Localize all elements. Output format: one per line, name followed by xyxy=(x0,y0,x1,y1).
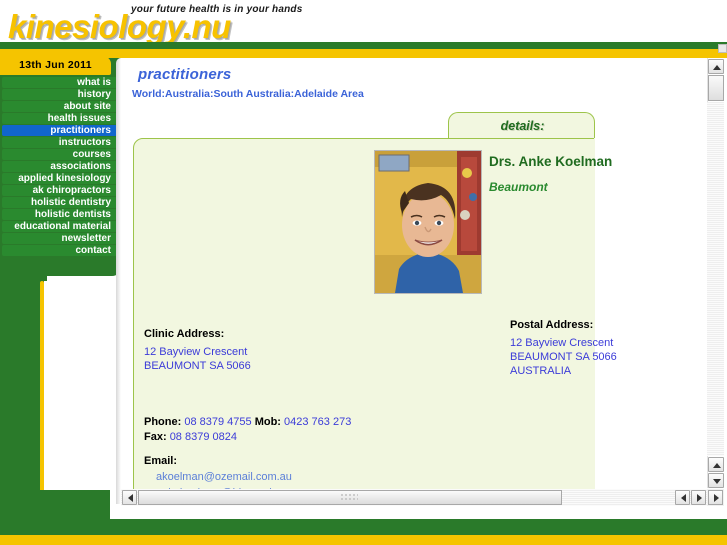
scroll-right-button-secondary[interactable] xyxy=(691,490,706,505)
header-green-band xyxy=(0,42,727,49)
sidebar-item-courses[interactable]: courses xyxy=(2,149,117,160)
phone-line: Phone: 08 8379 4755 Mob: 0423 763 273 xyxy=(144,415,351,430)
practitioner-suburb: Beaumont xyxy=(489,180,548,194)
sidebar-item-educational-material[interactable]: educational material xyxy=(2,221,117,232)
triangle-down-icon xyxy=(713,479,721,484)
email-link-primary[interactable]: akoelman@ozemail.com.au xyxy=(156,471,292,483)
triangle-right-icon xyxy=(697,494,702,502)
tab-details-label: details: xyxy=(500,119,545,133)
clinic-address-block: Clinic Address: 12 Bayview Crescent BEAU… xyxy=(144,328,251,373)
sidebar-item-practitioners[interactable]: practitioners xyxy=(2,125,117,136)
postal-address-heading: Postal Address: xyxy=(510,319,594,331)
site-logo[interactable]: kinesiology.nu xyxy=(8,8,231,42)
sidebar-item-holistic-dentistry[interactable]: holistic dentistry xyxy=(2,197,117,208)
date-badge: 13th Jun 2011 xyxy=(0,56,111,75)
scroll-up-button[interactable] xyxy=(708,59,724,74)
phone-value: 08 8379 4755 xyxy=(184,416,252,428)
scrollbar-grip-icon xyxy=(340,493,358,502)
contact-block: Phone: 08 8379 4755 Mob: 0423 763 273 Fa… xyxy=(144,415,351,445)
clinic-address-line: BEAUMONT SA 5066 xyxy=(144,360,251,372)
sidebar-item-health-issues[interactable]: health issues xyxy=(2,113,117,124)
vertical-scrollbar-track[interactable] xyxy=(707,102,724,456)
postal-address-line: BEAUMONT SA 5066 xyxy=(510,351,617,363)
sidebar-item-history[interactable]: history xyxy=(2,89,117,100)
triangle-left-icon xyxy=(128,494,133,502)
triangle-up-icon xyxy=(713,65,721,70)
sidebar-item-contact[interactable]: contact xyxy=(2,245,117,256)
fax-value: 08 8379 0824 xyxy=(169,431,237,443)
scroll-down-button[interactable] xyxy=(708,457,724,472)
clinic-address-line: 12 Bayview Crescent xyxy=(144,346,248,358)
triangle-up-icon xyxy=(713,463,721,468)
fax-label: Fax: xyxy=(144,431,167,443)
breadcrumb[interactable]: World:Australia:South Australia:Adelaide… xyxy=(132,88,364,100)
site-header: your future health is in your hands kine… xyxy=(0,0,727,42)
tab-details[interactable]: details: xyxy=(448,112,595,139)
practitioner-photo xyxy=(374,150,482,294)
content-panel-shadow xyxy=(116,58,121,504)
mobile-value: 0423 763 273 xyxy=(284,416,352,428)
window-resize-grip[interactable] xyxy=(708,490,723,505)
triangle-left-icon xyxy=(681,494,686,502)
postal-address-block: Postal Address: 12 Bayview Crescent BEAU… xyxy=(510,319,617,378)
phone-label: Phone: xyxy=(144,416,182,428)
postal-address-line: 12 Bayview Crescent xyxy=(510,337,614,349)
browser-viewport: your future health is in your hands kine… xyxy=(0,0,727,545)
page-title: practitioners xyxy=(138,66,232,83)
sidebar-white-inset xyxy=(44,281,116,496)
sidebar-nav: what is history about site health issues pra… xyxy=(2,77,117,257)
sidebar-item-holistic-dentists[interactable]: holistic dentists xyxy=(2,209,117,220)
sidebar-item-instructors[interactable]: instructors xyxy=(2,137,117,148)
sidebar-item-what-is[interactable]: what is xyxy=(2,77,117,88)
header-yellow-band xyxy=(0,49,727,58)
viewport-corner-nub xyxy=(718,44,727,53)
scroll-down-button-secondary[interactable] xyxy=(708,473,724,488)
sidebar-item-about-site[interactable]: about site xyxy=(2,101,117,112)
sidebar-item-applied-kinesiology[interactable]: applied kinesiology xyxy=(2,173,117,184)
postal-address-line: AUSTRALIA xyxy=(510,365,572,377)
footer-green-band xyxy=(0,519,727,535)
sidebar-yellow-rule xyxy=(40,281,44,496)
fax-line: Fax: 08 8379 0824 xyxy=(144,430,351,445)
scroll-right-button[interactable] xyxy=(675,490,690,505)
vertical-scrollbar-thumb[interactable] xyxy=(708,75,724,101)
scroll-left-button[interactable] xyxy=(122,490,137,505)
email-label: Email: xyxy=(144,455,178,467)
sidebar-item-ak-chiropractors[interactable]: ak chiropractors xyxy=(2,185,117,196)
clinic-address-heading: Clinic Address: xyxy=(144,328,225,340)
details-card-tab-join xyxy=(594,138,595,491)
practitioner-name: Drs. Anke Koelman xyxy=(489,154,613,169)
mobile-label: Mob: xyxy=(254,416,281,428)
triangle-right-icon xyxy=(714,494,719,502)
sidebar-item-newsletter[interactable]: newsletter xyxy=(2,233,117,244)
footer-yellow-band xyxy=(0,535,727,545)
sidebar-item-associations[interactable]: associations xyxy=(2,161,117,172)
